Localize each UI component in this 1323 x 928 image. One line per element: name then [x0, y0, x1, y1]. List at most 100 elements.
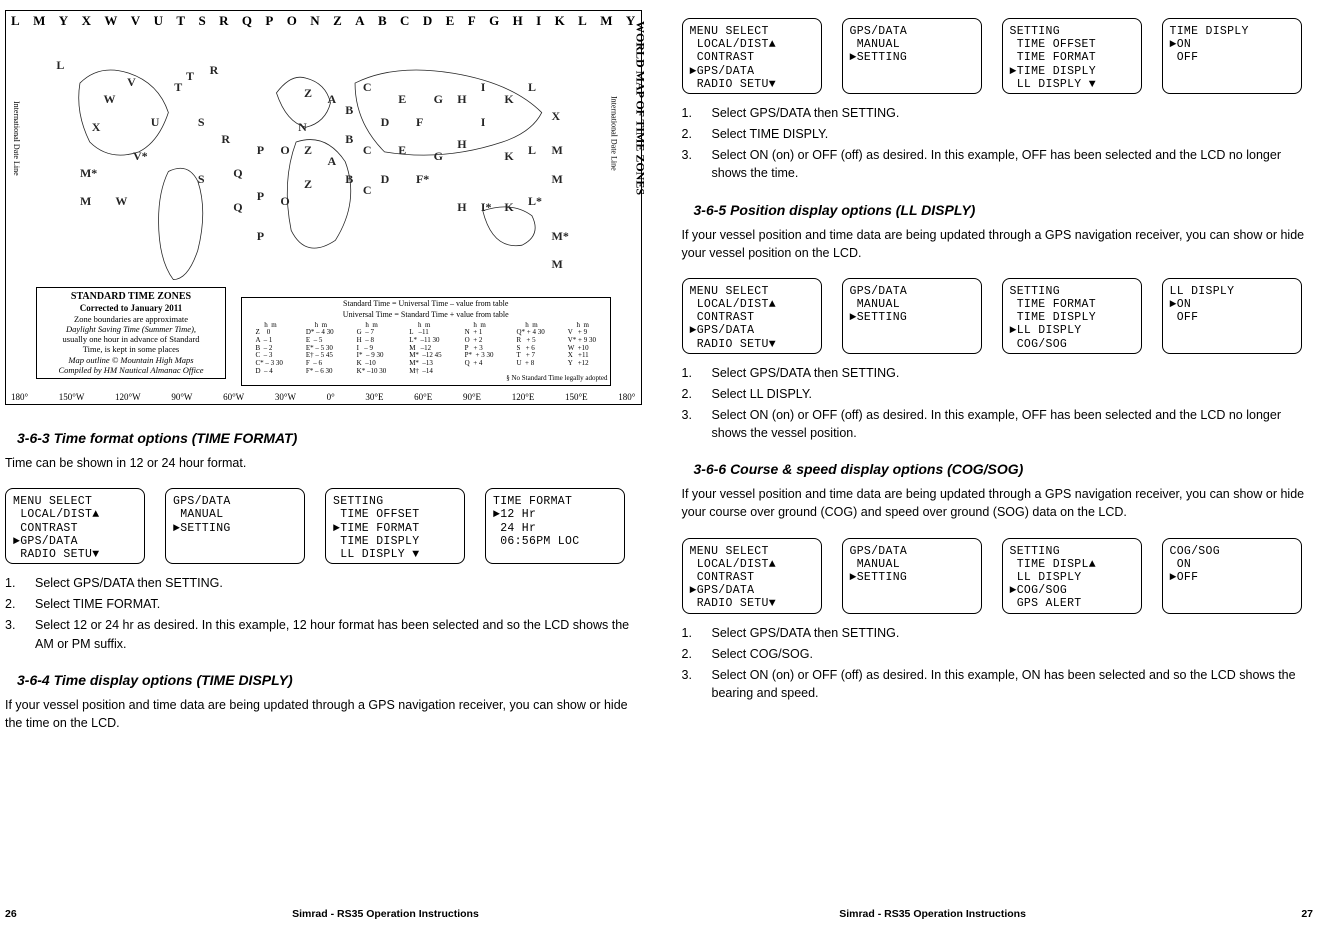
longitude-label: 60°W	[223, 392, 244, 402]
lcd-row-366: MENU SELECT LOCAL/DIST▲ CONTRAST ►GPS/DA…	[682, 538, 1319, 614]
zone-letter: V	[131, 13, 140, 29]
lcd-menu-select: MENU SELECT LOCAL/DIST▲ CONTRAST ►GPS/DA…	[5, 488, 145, 564]
zone-letter: G	[489, 13, 499, 29]
lcd-row-365: MENU SELECT LOCAL/DIST▲ CONTRAST ►GPS/DA…	[682, 278, 1319, 354]
step-text: Select ON (on) or OFF (off) as desired. …	[712, 406, 1319, 442]
zone-letter: D	[423, 13, 432, 29]
step-text: Select TIME DISPLY.	[712, 125, 1319, 143]
longitude-label: 0°	[327, 392, 335, 402]
lcd-row-364: MENU SELECT LOCAL/DIST▲ CONTRAST ►GPS/DA…	[682, 18, 1319, 94]
longitude-label: 180°	[11, 392, 28, 402]
section-3-6-6-intro: If your vessel position and time data ar…	[682, 485, 1319, 521]
lcd-cog-sog: COG/SOG ON ►OFF	[1162, 538, 1302, 614]
zone-letter: K	[555, 13, 565, 29]
idl-right: International Date Line	[610, 96, 619, 171]
lcd-gps-data: GPS/DATA MANUAL ►SETTING	[842, 538, 982, 614]
zone-letter: Y	[626, 13, 635, 29]
footer-title: Simrad - RS35 Operation Instructions	[292, 908, 479, 920]
zone-letter: L	[11, 13, 20, 29]
step-text: Select COG/SOG.	[712, 645, 1319, 663]
section-3-6-4-intro: If your vessel position and time data ar…	[5, 696, 642, 732]
tz-offset-column: h m Q* + 4 30 R + 5 S + 6 T + 7 U + 8	[516, 322, 544, 376]
std-line: Map outline © Mountain High Maps	[40, 355, 222, 365]
step-text: Select GPS/DATA then SETTING.	[712, 364, 1319, 382]
footer-title: Simrad - RS35 Operation Instructions	[839, 908, 1026, 920]
lcd-gps-data: GPS/DATA MANUAL ►SETTING	[842, 278, 982, 354]
zone-letter: O	[287, 13, 297, 29]
steps-366: 1.Select GPS/DATA then SETTING. 2.Select…	[682, 624, 1319, 706]
steps-364: 1.Select GPS/DATA then SETTING. 2.Select…	[682, 104, 1319, 186]
page-number: 27	[1301, 908, 1313, 920]
section-3-6-4-title: 3-6-4 Time display options (TIME DISPLY)	[17, 672, 642, 688]
time-zone-map: WORLD MAP OF TIME ZONES International Da…	[5, 10, 642, 405]
longitude-label: 30°E	[365, 392, 383, 402]
lcd-ll-disply: LL DISPLY ►ON OFF	[1162, 278, 1302, 354]
section-3-6-6-title: 3-6-6 Course & speed display options (CO…	[694, 461, 1319, 477]
lcd-setting: SETTING TIME OFFSET ►TIME FORMAT TIME DI…	[325, 488, 465, 564]
longitude-label: 150°W	[59, 392, 85, 402]
map-outlines: L X V M* W M W V* U T S T R S R Q Q P P …	[21, 29, 611, 314]
std-line: usually one hour in advance of Standard	[40, 334, 222, 344]
tz-offset-column: h m V + 9 V* + 9 30 W +10 X +11 Y +12	[568, 322, 596, 376]
step-text: Select 12 or 24 hr as desired. In this e…	[35, 616, 642, 652]
tz-offset-column: h m N + 1 O + 2 P + 3 P* + 3 30 Q + 4	[465, 322, 494, 376]
longitude-label: 60°E	[414, 392, 432, 402]
longitude-label: 30°W	[275, 392, 296, 402]
std-title: STANDARD TIME ZONES	[40, 291, 222, 303]
zone-letter: X	[82, 13, 91, 29]
map-longitudes: 180°150°W120°W90°W60°W30°W0°30°E60°E90°E…	[11, 392, 636, 402]
tz-eq1: Standard Time = Universal Time – value f…	[244, 300, 608, 309]
lcd-gps-data: GPS/DATA MANUAL ►SETTING	[842, 18, 982, 94]
steps-365: 1.Select GPS/DATA then SETTING. 2.Select…	[682, 364, 1319, 446]
lcd-time-format: TIME FORMAT ►12 Hr 24 Hr 06:56PM LOC	[485, 488, 625, 564]
idl-left: International Date Line	[12, 101, 21, 176]
page-27: MENU SELECT LOCAL/DIST▲ CONTRAST ►GPS/DA…	[662, 0, 1323, 928]
step-text: Select GPS/DATA then SETTING.	[712, 624, 1319, 642]
zone-letter: P	[265, 13, 273, 29]
zone-letter: C	[400, 13, 409, 29]
map-top-zone-letters: LMYXWVUTSRQPONZABCDEFGHIKLMY	[11, 13, 636, 29]
tz-offset-column: h m Z 0 A – 1 B – 2 C – 3 C* – 3 30 D – …	[255, 322, 282, 376]
section-3-6-5-intro: If your vessel position and time data ar…	[682, 226, 1319, 262]
standard-time-zones-box: STANDARD TIME ZONES Corrected to January…	[36, 287, 226, 379]
zone-letter: I	[536, 13, 541, 29]
zone-letter: S	[198, 13, 205, 29]
zone-letter: Q	[242, 13, 252, 29]
lcd-menu-select: MENU SELECT LOCAL/DIST▲ CONTRAST ►GPS/DA…	[682, 278, 822, 354]
step-text: Select TIME FORMAT.	[35, 595, 642, 613]
step-text: Select LL DISPLY.	[712, 385, 1319, 403]
zone-letter: B	[378, 13, 387, 29]
zone-letter: Y	[59, 13, 68, 29]
zone-letter: E	[446, 13, 455, 29]
zone-letter: L	[578, 13, 587, 29]
lcd-gps-data: GPS/DATA MANUAL ►SETTING	[165, 488, 305, 564]
longitude-label: 90°E	[463, 392, 481, 402]
zone-letter: N	[310, 13, 319, 29]
zone-letter: H	[513, 13, 523, 29]
zone-letter: U	[154, 13, 163, 29]
longitude-label: 90°W	[171, 392, 192, 402]
step-text: Select ON (on) or OFF (off) as desired. …	[712, 666, 1319, 702]
lcd-setting: SETTING TIME OFFSET TIME FORMAT ►TIME DI…	[1002, 18, 1142, 94]
longitude-label: 150°E	[565, 392, 588, 402]
page-26: WORLD MAP OF TIME ZONES International Da…	[0, 0, 662, 928]
zone-letter: M	[600, 13, 612, 29]
tz-footnote: § No Standard Time legally adopted	[244, 375, 608, 383]
section-3-6-3-intro: Time can be shown in 12 or 24 hour forma…	[5, 454, 642, 472]
zone-letter: W	[104, 13, 117, 29]
tz-offset-column: h m L –11 L* –11 30 M –12 M* –12 45 M* –…	[409, 322, 441, 376]
lcd-row-363: MENU SELECT LOCAL/DIST▲ CONTRAST ►GPS/DA…	[5, 488, 642, 564]
zone-letter: T	[176, 13, 185, 29]
longitude-label: 180°	[618, 392, 635, 402]
tz-eq2: Universal Time = Standard Time + value f…	[244, 311, 608, 320]
lcd-setting: SETTING TIME DISPL▲ LL DISPLY ►COG/SOG G…	[1002, 538, 1142, 614]
std-line: Daylight Saving Time (Summer Time),	[40, 324, 222, 334]
longitude-label: 120°E	[512, 392, 535, 402]
map-title: WORLD MAP OF TIME ZONES	[633, 21, 648, 195]
tz-offset-column: h m D* – 4 30 E – 5 E* – 5 30 E† – 5 45 …	[306, 322, 334, 376]
lcd-menu-select: MENU SELECT LOCAL/DIST▲ CONTRAST ►GPS/DA…	[682, 18, 822, 94]
footer-left: 26 Simrad - RS35 Operation Instructions	[5, 908, 637, 920]
lcd-time-disply: TIME DISPLY ►ON OFF	[1162, 18, 1302, 94]
std-subtitle: Corrected to January 2011	[40, 303, 222, 314]
page-number: 26	[5, 908, 17, 920]
